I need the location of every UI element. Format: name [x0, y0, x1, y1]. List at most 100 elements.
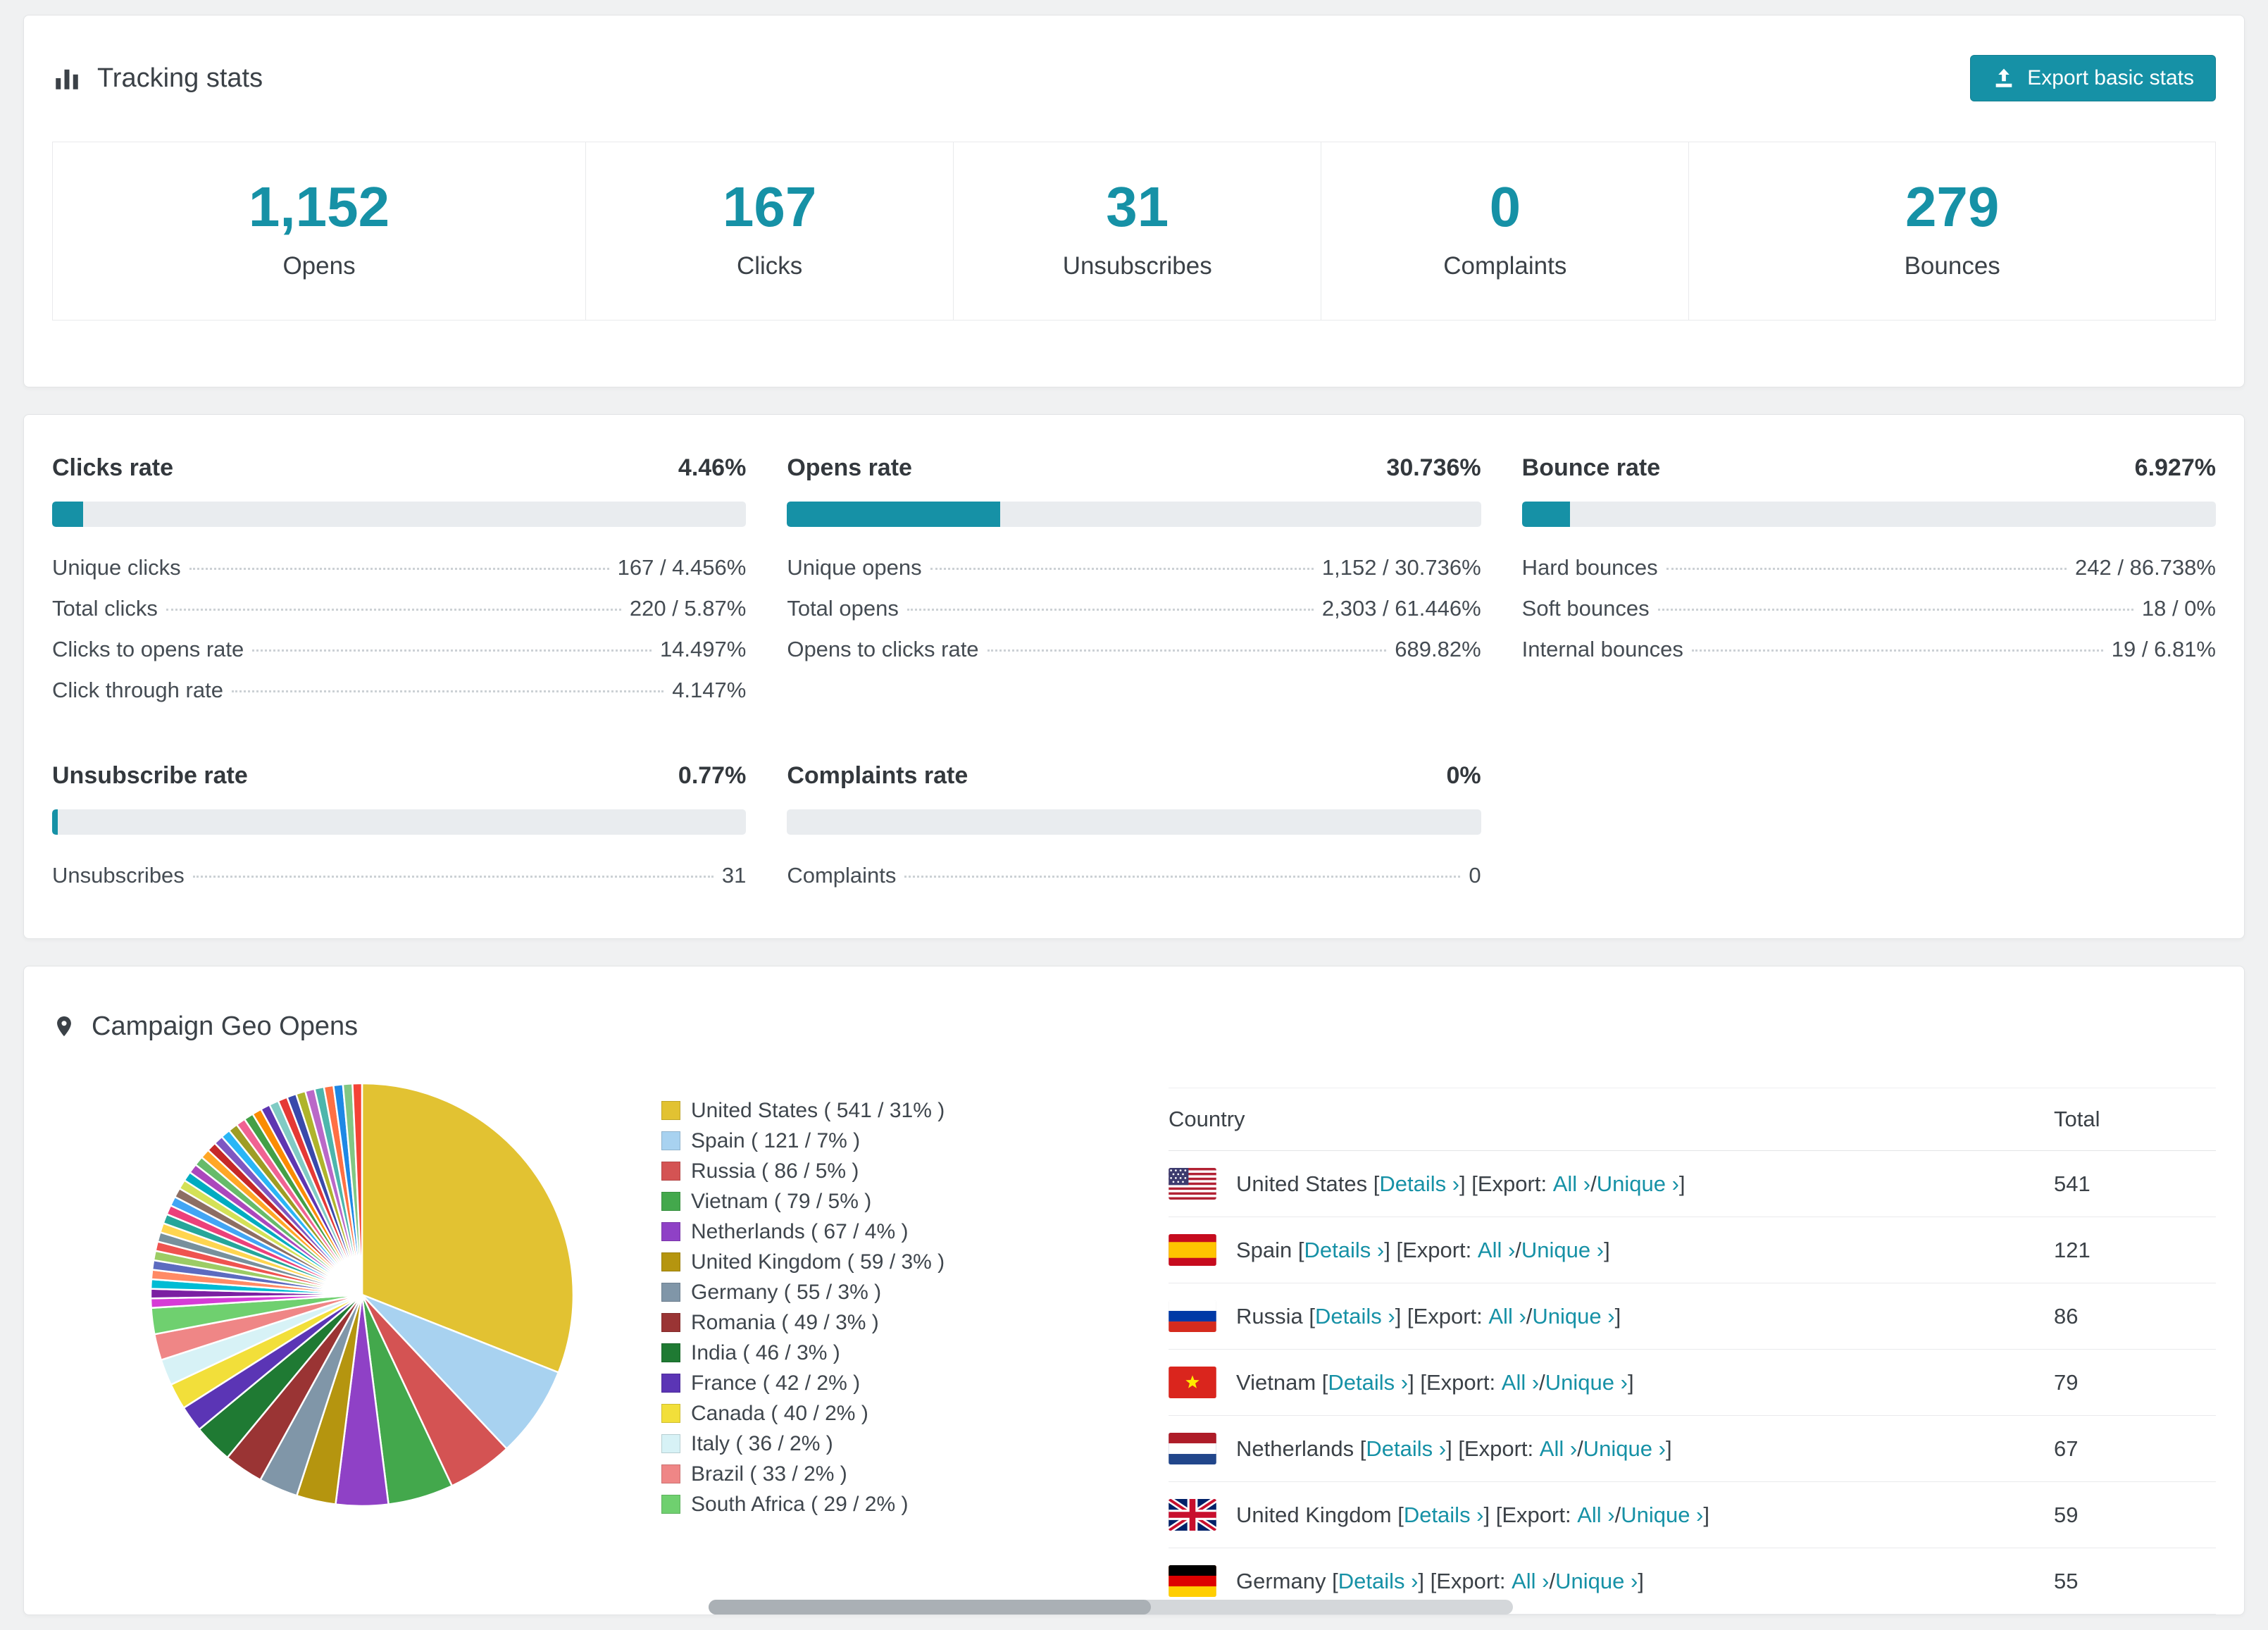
metric-value: 19 / 6.81%	[2111, 637, 2216, 661]
progress-fill	[52, 502, 83, 527]
metric-row: Internal bounces 19 / 6.81%	[1522, 637, 2216, 678]
geo-table-header-row: Country Total	[1169, 1088, 2216, 1151]
total-column-header: Total	[2054, 1088, 2216, 1151]
export-unique-link[interactable]: Unique ›	[1583, 1436, 1666, 1462]
dotted-leader	[252, 649, 652, 652]
legend-item-united-kingdom[interactable]: United Kingdom ( 59 / 3% )	[661, 1247, 992, 1277]
legend-item-netherlands[interactable]: Netherlands ( 67 / 4% )	[661, 1217, 992, 1247]
metric-value: 2,303 / 61.446%	[1321, 596, 1481, 621]
legend-item-united-states[interactable]: United States ( 541 / 31% )	[661, 1095, 992, 1126]
metric-row: Unsubscribes 31	[52, 863, 746, 904]
export-all-link[interactable]: All ›	[1540, 1436, 1577, 1462]
scrollbar-thumb[interactable]	[709, 1600, 1152, 1615]
flag-united-kingdom-icon	[1169, 1499, 1216, 1531]
tracking-stats-title: Tracking stats	[97, 63, 263, 93]
details-link[interactable]: Details ›	[1338, 1569, 1419, 1594]
details-link[interactable]: Details ›	[1366, 1436, 1446, 1462]
legend-label: Germany ( 55 / 3% )	[691, 1280, 882, 1304]
export-all-link[interactable]: All ›	[1488, 1304, 1526, 1329]
export-unique-link[interactable]: Unique ›	[1621, 1503, 1703, 1528]
geo-table-row-spain: Spain [Details ›] [Export: All › / Uniqu…	[1169, 1217, 2216, 1283]
horizontal-scrollbar[interactable]	[709, 1600, 1513, 1615]
metric-value: 689.82%	[1395, 637, 1481, 661]
export-all-link[interactable]: All ›	[1553, 1171, 1590, 1197]
legend-item-spain[interactable]: Spain ( 121 / 7% )	[661, 1126, 992, 1156]
stat-clicks: 167 Clicks	[586, 142, 954, 320]
export-all-link[interactable]: All ›	[1577, 1503, 1614, 1528]
legend-item-canada[interactable]: Canada ( 40 / 2% )	[661, 1398, 992, 1429]
country-name: Netherlands	[1236, 1436, 1354, 1461]
metric-label: Click through rate	[52, 678, 223, 702]
map-pin-icon	[52, 1011, 76, 1042]
country-name: United Kingdom	[1236, 1502, 1392, 1527]
legend-swatch	[661, 1252, 680, 1271]
progress-bar	[1521, 502, 2216, 527]
dotted-leader	[987, 649, 1387, 652]
legend-item-brazil[interactable]: Brazil ( 33 / 2% )	[661, 1459, 992, 1489]
legend-swatch	[661, 1495, 680, 1514]
rate-block-unsubscribe-rate: Unsubscribe rate 0.77% Unsubscribes 31	[52, 762, 747, 904]
geo-opens-header: Campaign Geo Opens	[52, 995, 2216, 1058]
legend-item-india[interactable]: India ( 46 / 3% )	[661, 1338, 992, 1368]
metric-value: 220 / 5.87%	[629, 596, 747, 621]
legend-swatch	[661, 1404, 680, 1423]
metric-value: 4.147%	[672, 678, 747, 702]
legend-swatch	[661, 1162, 680, 1181]
export-unique-link[interactable]: Unique ›	[1555, 1569, 1638, 1594]
details-link[interactable]: Details ›	[1304, 1238, 1385, 1263]
legend-label: United Kingdom ( 59 / 3% )	[691, 1250, 945, 1274]
rate-title: Unsubscribe rate	[52, 762, 248, 789]
legend-label: Netherlands ( 67 / 4% )	[691, 1219, 909, 1243]
export-unique-link[interactable]: Unique ›	[1521, 1238, 1604, 1263]
legend-item-italy[interactable]: Italy ( 36 / 2% )	[661, 1429, 992, 1459]
stat-complaints: 0 Complaints	[1321, 142, 1690, 320]
stat-label: Complaints	[1443, 252, 1567, 280]
export-unique-link[interactable]: Unique ›	[1545, 1370, 1628, 1395]
metric-label: Clicks to opens rate	[52, 637, 244, 661]
rate-title: Opens rate	[787, 454, 912, 481]
metric-label: Total clicks	[52, 596, 158, 621]
geo-table-row-united-states: United States [Details ›] [Export: All ›…	[1169, 1150, 2216, 1217]
country-total: 86	[2054, 1283, 2216, 1350]
bar-chart-icon	[52, 63, 82, 93]
details-link[interactable]: Details ›	[1404, 1503, 1484, 1528]
export-unique-link[interactable]: Unique ›	[1597, 1171, 1679, 1197]
details-link[interactable]: Details ›	[1379, 1171, 1459, 1197]
metric-label: Opens to clicks rate	[787, 637, 979, 661]
rate-title: Clicks rate	[52, 454, 173, 481]
export-basic-stats-button[interactable]: Export basic stats	[1970, 55, 2216, 101]
legend-item-france[interactable]: France ( 42 / 2% )	[661, 1368, 992, 1398]
metric-value: 1,152 / 30.736%	[1321, 555, 1481, 580]
metric-row: Unique clicks 167 / 4.456%	[52, 555, 746, 596]
export-all-link[interactable]: All ›	[1478, 1238, 1515, 1263]
rate-title: Complaints rate	[787, 762, 968, 789]
export-all-link[interactable]: All ›	[1512, 1569, 1549, 1594]
details-link[interactable]: Details ›	[1328, 1370, 1408, 1395]
legend-item-germany[interactable]: Germany ( 55 / 3% )	[661, 1277, 992, 1307]
rate-block-complaints-rate: Complaints rate 0% Complaints 0	[787, 762, 1481, 904]
export-unique-link[interactable]: Unique ›	[1532, 1304, 1614, 1329]
metric-value: 0	[1469, 863, 1481, 888]
legend-item-vietnam[interactable]: Vietnam ( 79 / 5% )	[661, 1186, 992, 1217]
country-name: Spain	[1236, 1237, 1292, 1262]
progress-bar	[787, 809, 1481, 835]
stat-value: 167	[722, 175, 817, 238]
metric-label: Unique clicks	[52, 555, 181, 580]
rate-title: Bounce rate	[1521, 454, 1661, 481]
details-link[interactable]: Details ›	[1315, 1304, 1395, 1329]
metric-label: Soft bounces	[1521, 596, 1650, 621]
legend-swatch	[661, 1434, 680, 1453]
dotted-leader	[1691, 649, 2103, 652]
progress-bar	[787, 502, 1481, 527]
legend-swatch	[661, 1101, 680, 1120]
legend-swatch	[661, 1464, 680, 1483]
legend-item-russia[interactable]: Russia ( 86 / 5% )	[661, 1156, 992, 1186]
dotted-leader	[1657, 609, 2133, 611]
geo-table-row-united-kingdom: United Kingdom [Details ›] [Export: All …	[1169, 1481, 2216, 1548]
stat-value: 31	[1106, 175, 1169, 238]
legend-item-romania[interactable]: Romania ( 49 / 3% )	[661, 1307, 992, 1338]
export-all-link[interactable]: All ›	[1502, 1370, 1539, 1395]
stat-opens: 1,152 Opens	[53, 142, 587, 320]
legend-item-south-africa[interactable]: South Africa ( 29 / 2% )	[661, 1489, 992, 1519]
geo-table-row-russia: Russia [Details ›] [Export: All › / Uniq…	[1169, 1283, 2216, 1350]
